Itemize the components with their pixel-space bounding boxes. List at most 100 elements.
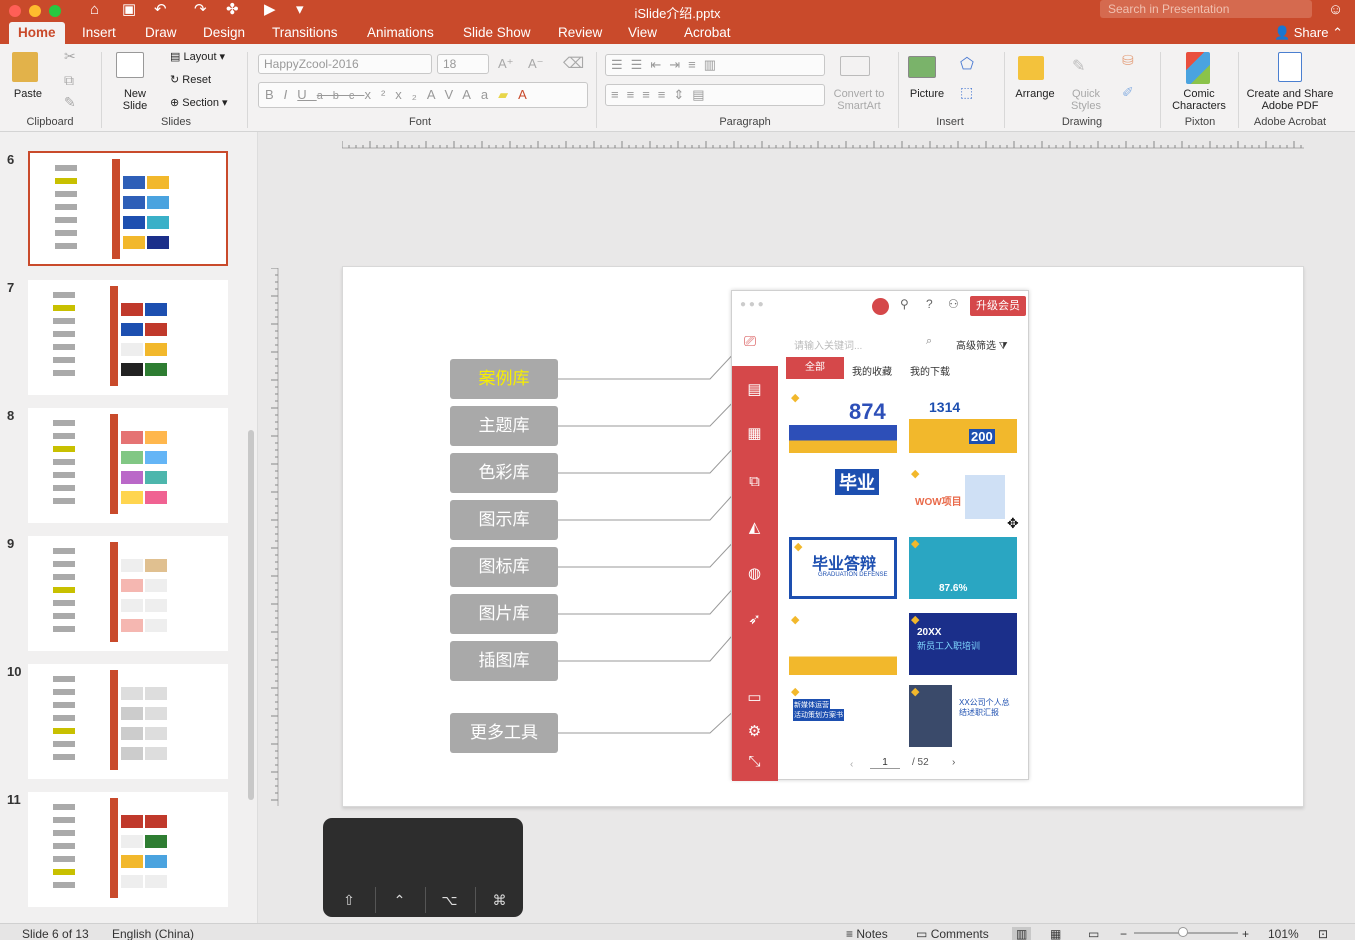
reset-button[interactable]: ↻ Reset <box>170 73 211 86</box>
audio-icon[interactable] <box>872 298 889 315</box>
quick-styles-icon[interactable]: ✎ <box>1072 56 1085 76</box>
template-card[interactable]: 1314 200 <box>909 391 1017 453</box>
theme-icon[interactable]: ▤ <box>745 380 764 399</box>
line-spacing-icon[interactable]: ≡ <box>688 57 704 72</box>
option-key-icon[interactable]: ⌥ <box>425 887 473 913</box>
advanced-filter-button[interactable]: 高级筛选 ⧩ <box>956 337 1008 352</box>
shape-fill-icon[interactable]: ⛁ <box>1122 52 1134 69</box>
arrange-button[interactable]: Arrange <box>1010 88 1060 100</box>
fit-to-window-icon[interactable]: ⊡ <box>1318 927 1328 940</box>
numbering-icon[interactable]: ☰ <box>631 57 651 72</box>
template-card[interactable]: XX公司个人总 结述职汇报 ◆ <box>909 685 1017 747</box>
collapse-icon[interactable]: ⤡ <box>745 752 764 771</box>
increase-font-icon[interactable]: A⁺ <box>498 56 514 72</box>
search-icon[interactable]: ⌕ <box>926 335 932 348</box>
left-button-case-library[interactable]: 案例库 <box>450 359 558 399</box>
slide-canvas[interactable]: 案例库 主题库 色彩库 图示库 图标库 图片库 插图库 更多工具 ● ● ● ⚲… <box>342 266 1304 807</box>
normal-view-icon[interactable]: ▥ <box>1012 927 1032 940</box>
rocket-icon[interactable]: ➶ <box>745 610 764 629</box>
upgrade-button[interactable]: 升级会员 <box>970 296 1026 316</box>
new-slide-icon[interactable] <box>116 52 144 78</box>
slide-thumbnail[interactable] <box>28 151 228 266</box>
format-painter-icon[interactable]: ✎ <box>64 94 76 111</box>
copy-icon[interactable]: ⧉ <box>64 72 74 89</box>
columns-icon[interactable]: ▥ <box>704 57 724 72</box>
quick-styles-button[interactable]: Quick Styles <box>1062 88 1110 112</box>
presenter-view-icon[interactable]: ▭ <box>1088 927 1099 940</box>
slide-sorter-icon[interactable]: ▦ <box>1050 927 1061 940</box>
shift-key-icon[interactable]: ⇧ <box>325 887 373 913</box>
create-pdf-button[interactable]: Create and Share Adobe PDF <box>1240 88 1340 112</box>
comic-characters-icon[interactable] <box>1186 52 1210 84</box>
picture-icon[interactable] <box>908 56 936 78</box>
change-case-icon[interactable]: Aa <box>462 87 498 102</box>
left-button-image-library[interactable]: 图片库 <box>450 594 558 634</box>
panel-tab-downloads[interactable]: 我的下载 <box>910 363 950 378</box>
slide-thumbnail[interactable] <box>28 792 228 907</box>
align-left-icon[interactable]: ≡ <box>611 87 627 102</box>
arrange-icon[interactable] <box>1018 56 1044 80</box>
decrease-indent-icon[interactable]: ⇤ <box>650 57 669 72</box>
font-size-dropdown[interactable]: 18 <box>437 54 489 74</box>
strikethrough-icon[interactable]: abc <box>317 90 365 102</box>
next-page-icon[interactable]: › <box>952 757 955 768</box>
left-button-color-library[interactable]: 色彩库 <box>450 453 558 493</box>
tab-acrobat[interactable]: Acrobat <box>684 25 731 40</box>
template-card[interactable]: 20XX 新员工入职培训 ◆ <box>909 613 1017 675</box>
template-card[interactable]: 毕业答辩 GRADUATION DEFENSE ◆ <box>789 537 897 599</box>
decrease-font-icon[interactable]: A⁻ <box>528 56 544 72</box>
convert-smartart-button[interactable]: Convert to SmartArt <box>826 88 892 112</box>
zoom-in-icon[interactable]: + <box>1242 927 1249 940</box>
paste-icon[interactable] <box>12 52 38 82</box>
thumbnail-scrollbar[interactable] <box>248 430 254 800</box>
text-box-icon[interactable]: ⬚ <box>960 84 973 101</box>
template-card[interactable]: WOW项目 ◆ <box>909 467 1017 529</box>
bold-icon[interactable]: B <box>265 87 284 102</box>
settings-icon[interactable]: ⚙ <box>745 722 764 741</box>
tab-home[interactable]: Home <box>9 22 65 44</box>
clear-format-icon[interactable]: ⌫ <box>563 54 584 72</box>
comic-characters-button[interactable]: Comic Characters <box>1166 88 1232 112</box>
tab-view[interactable]: View <box>628 25 657 40</box>
align-center-icon[interactable]: ≡ <box>627 87 643 102</box>
smiley-icon[interactable]: ☺ <box>1328 1 1343 19</box>
share-button[interactable]: 👤 Share ⌃ <box>1274 25 1343 41</box>
slide-thumbnail[interactable] <box>28 664 228 779</box>
left-button-more-tools[interactable]: 更多工具 <box>450 713 558 753</box>
font-color-icon[interactable]: A <box>518 87 537 102</box>
image-icon[interactable]: ◍ <box>745 564 764 583</box>
italic-icon[interactable]: I <box>284 87 298 102</box>
character-spacing-icon[interactable]: AV <box>427 87 462 102</box>
increase-indent-icon[interactable]: ⇥ <box>669 57 688 72</box>
highlight-icon[interactable]: ▰ <box>498 87 518 102</box>
zoom-level[interactable]: 101% <box>1268 927 1299 940</box>
picture-button[interactable]: Picture <box>904 88 950 100</box>
left-button-icon-library[interactable]: 图标库 <box>450 547 558 587</box>
tab-draw[interactable]: Draw <box>145 25 177 40</box>
language-indicator[interactable]: English (China) <box>112 927 194 940</box>
template-card[interactable]: 新媒体运营 活动策划方案书 ◆ <box>789 685 897 747</box>
template-card[interactable]: 毕业 <box>789 467 897 529</box>
command-key-icon[interactable]: ⌘ <box>475 887 523 913</box>
tab-animations[interactable]: Animations <box>367 25 434 40</box>
search-input[interactable]: Search in Presentation <box>1100 0 1312 18</box>
shapes-icon[interactable]: ⬠ <box>960 54 974 74</box>
help-icon[interactable]: ? <box>926 297 933 311</box>
template-card[interactable]: ◆ <box>789 613 897 675</box>
paste-button[interactable]: Paste <box>8 88 48 100</box>
page-number-input[interactable]: 1 <box>870 757 900 769</box>
underline-icon[interactable]: U <box>297 87 316 102</box>
text-direction-icon[interactable]: ⇕ <box>673 87 692 102</box>
tab-design[interactable]: Design <box>203 25 245 40</box>
prev-page-icon[interactable]: ‹ <box>850 759 853 770</box>
slide-thumbnail[interactable] <box>28 408 228 523</box>
tab-slide-show[interactable]: Slide Show <box>463 25 531 40</box>
left-button-diagram-library[interactable]: 图示库 <box>450 500 558 540</box>
align-right-icon[interactable]: ≡ <box>642 87 658 102</box>
justify-icon[interactable]: ≡ <box>658 87 674 102</box>
left-button-illustration-library[interactable]: 插图库 <box>450 641 558 681</box>
panel-search-input[interactable]: 请输入关键词... <box>794 337 862 352</box>
tab-review[interactable]: Review <box>558 25 602 40</box>
align-text-icon[interactable]: ▤ <box>692 87 712 102</box>
user-icon[interactable]: ⚇ <box>948 297 959 311</box>
